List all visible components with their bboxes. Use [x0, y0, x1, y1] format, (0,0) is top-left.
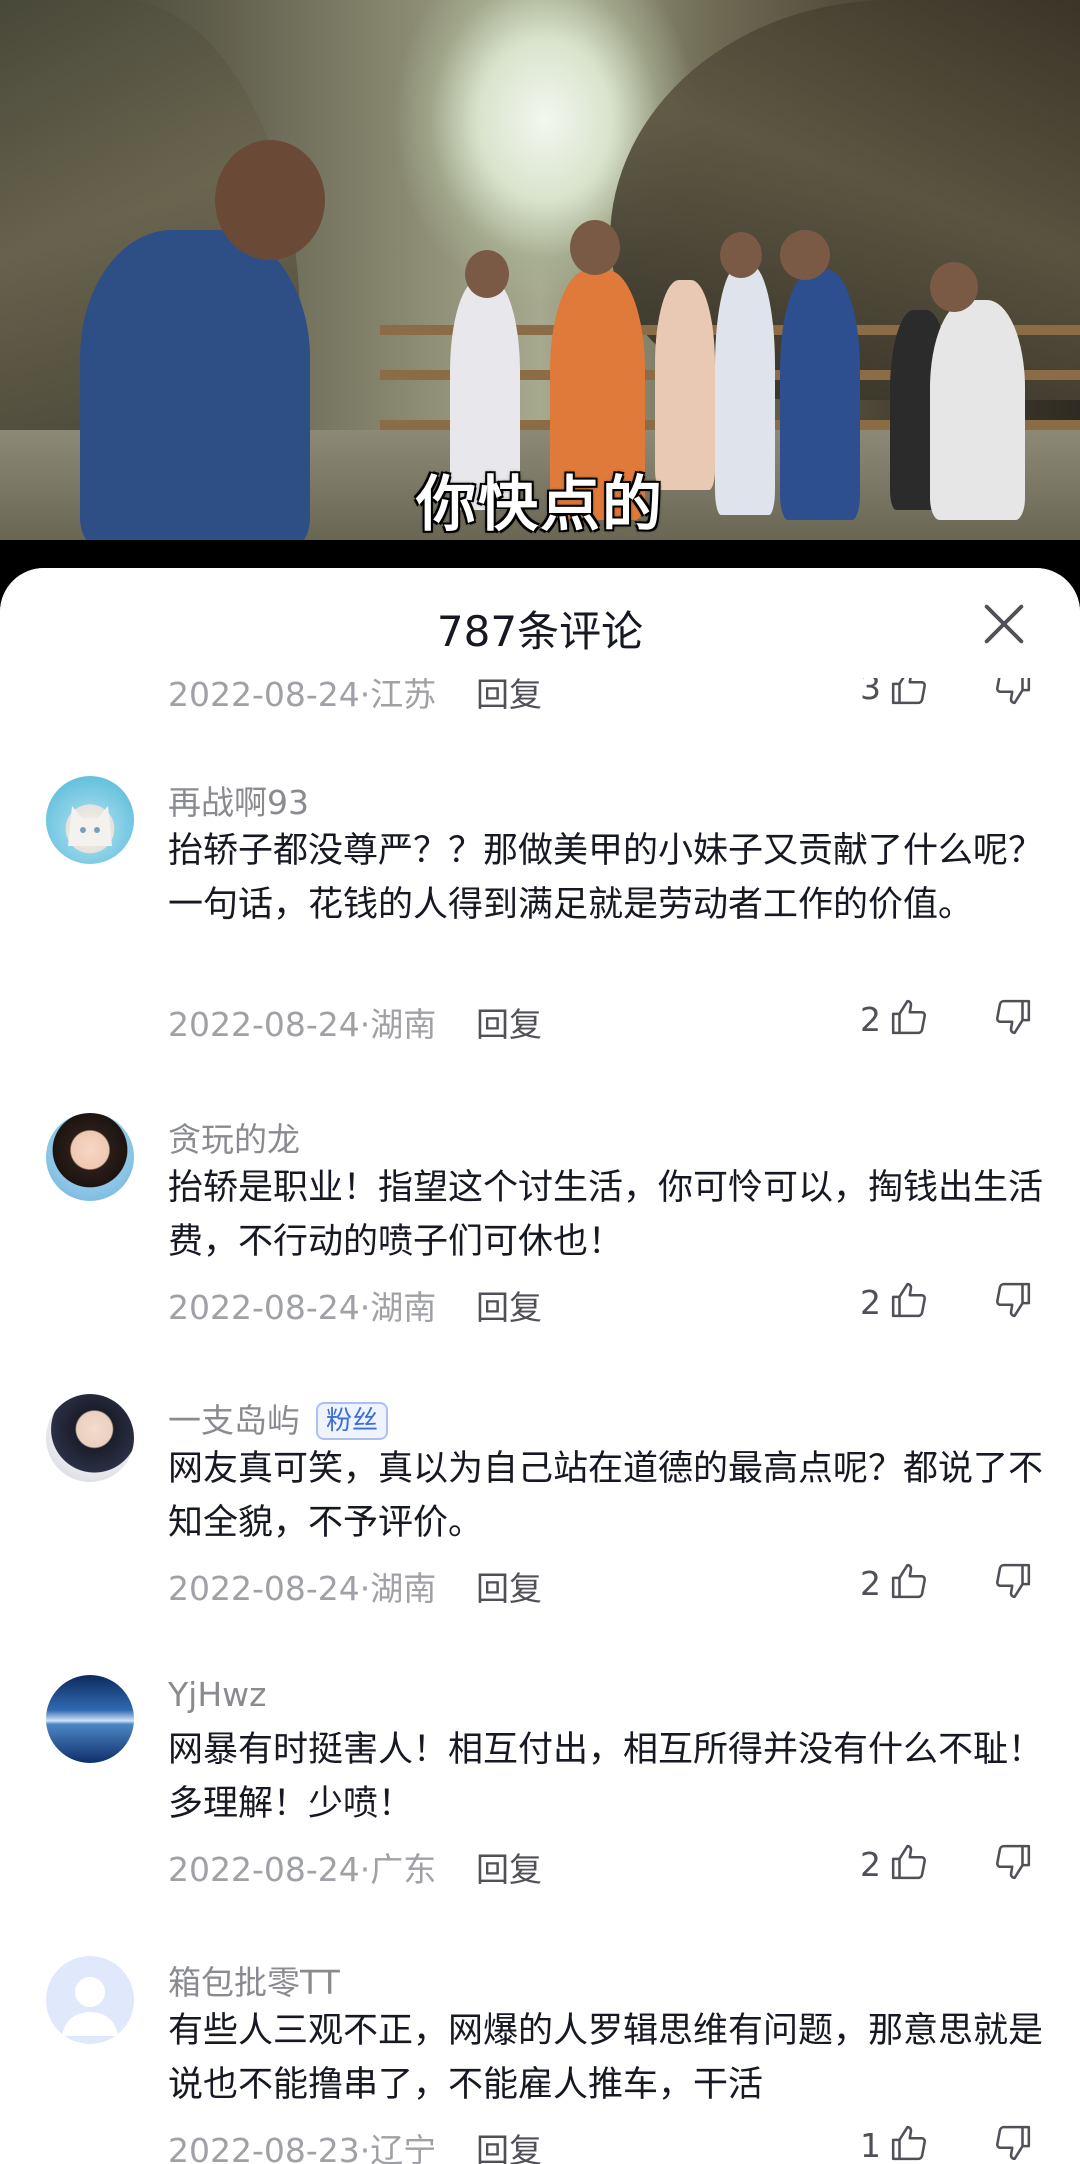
reply-button[interactable]: 回复 — [476, 1843, 542, 1891]
reply-button[interactable]: 回复 — [476, 1281, 542, 1329]
thumb-down-icon[interactable] — [994, 998, 1032, 1036]
cat-avatar-icon — [68, 806, 112, 846]
comment-username[interactable]: 再战啊93 — [168, 776, 309, 824]
video-player[interactable]: 你快点的 — [0, 0, 1080, 540]
like-count: 2 — [860, 1000, 881, 1039]
like-count: 2 — [860, 1845, 881, 1884]
comment-username[interactable]: 一支岛屿 粉丝 — [168, 1394, 389, 1442]
person-head — [215, 140, 325, 260]
comment-username-text: 一支岛屿 — [168, 1401, 300, 1440]
comment-username[interactable]: 贪玩的龙 — [168, 1113, 300, 1161]
comment-username[interactable]: YjHwz — [168, 1675, 266, 1714]
comment-count-title: 787条评论 — [436, 607, 644, 656]
reply-button[interactable]: 回复 — [476, 1562, 542, 1610]
comment-text: 网暴有时挺害人！相互付出，相互所得并没有什么不耻！多理解！少喷！ — [168, 1730, 1044, 1824]
comment-sheet-header: 787条评论 — [0, 568, 1080, 678]
reply-button[interactable]: 回复 — [476, 2124, 542, 2164]
video-subtitle: 你快点的 — [416, 470, 664, 540]
thumb-up-icon[interactable] — [890, 1843, 928, 1881]
thumb-down-icon[interactable] — [994, 2124, 1032, 2162]
comment-meta: 2022-08-24·湖南 — [168, 1569, 437, 1608]
comment-meta: 2022-08-23·辽宁 — [168, 2131, 437, 2164]
comment-text: 网友真可笑，真以为自己站在道德的最高点呢？都说了不知全貌，不予评价。 — [168, 1449, 1044, 1543]
fan-badge: 粉丝 — [316, 1402, 389, 1440]
comment-text: 抬轿是职业！指望这个讨生活，你可怜可以，掏钱出生活费，不行动的喷子们可休也！ — [168, 1168, 1044, 1262]
person-head — [720, 232, 762, 278]
comment-text: 有些人三观不正，网爆的人罗辑思维有问题，那意思就是说也不能撸串了，不能雇人推车，… — [168, 2011, 1044, 2105]
comment-text: 抬轿子都没尊严？？那做美甲的小妹子又贡献了什么呢？一句话，花钱的人得到满足就是劳… — [168, 831, 1044, 925]
person-head — [465, 250, 509, 298]
comment-meta: 2022-08-24·广东 — [168, 1850, 437, 1889]
like-count: 2 — [860, 1564, 881, 1603]
reply-button[interactable]: 回复 — [476, 998, 542, 1046]
avatar[interactable] — [46, 1394, 134, 1482]
close-icon[interactable] — [978, 598, 1030, 650]
thumb-up-icon[interactable] — [890, 1562, 928, 1600]
like-count: 2 — [860, 1283, 881, 1322]
comment-meta: 2022-08-24·湖南 — [168, 1288, 437, 1327]
comment-username[interactable]: 箱包批零TT — [168, 1956, 340, 2004]
default-user-icon — [62, 1977, 118, 2036]
person-head — [570, 220, 620, 275]
avatar[interactable] — [46, 776, 134, 864]
avatar[interactable] — [46, 1113, 134, 1201]
thumb-up-icon[interactable] — [890, 1281, 928, 1319]
thumb-down-icon[interactable] — [994, 1281, 1032, 1319]
thumb-down-icon[interactable] — [994, 1562, 1032, 1600]
avatar[interactable] — [46, 1956, 134, 2044]
person-head — [930, 262, 978, 312]
comment-meta: 2022-08-24·湖南 — [168, 1005, 437, 1044]
thumb-up-icon[interactable] — [890, 998, 928, 1036]
thumb-up-icon[interactable] — [890, 2124, 928, 2162]
person-head — [780, 230, 830, 280]
comment-sheet: 2022-08-24·江苏 回复 3 再战啊93 抬轿子都没尊严？？那做美甲的小… — [0, 568, 1080, 2164]
avatar[interactable] — [46, 1675, 134, 1763]
like-count: 1 — [860, 2126, 881, 2164]
thumb-down-icon[interactable] — [994, 1843, 1032, 1881]
comment-list[interactable]: 2022-08-24·江苏 回复 3 再战啊93 抬轿子都没尊严？？那做美甲的小… — [0, 568, 1080, 2164]
